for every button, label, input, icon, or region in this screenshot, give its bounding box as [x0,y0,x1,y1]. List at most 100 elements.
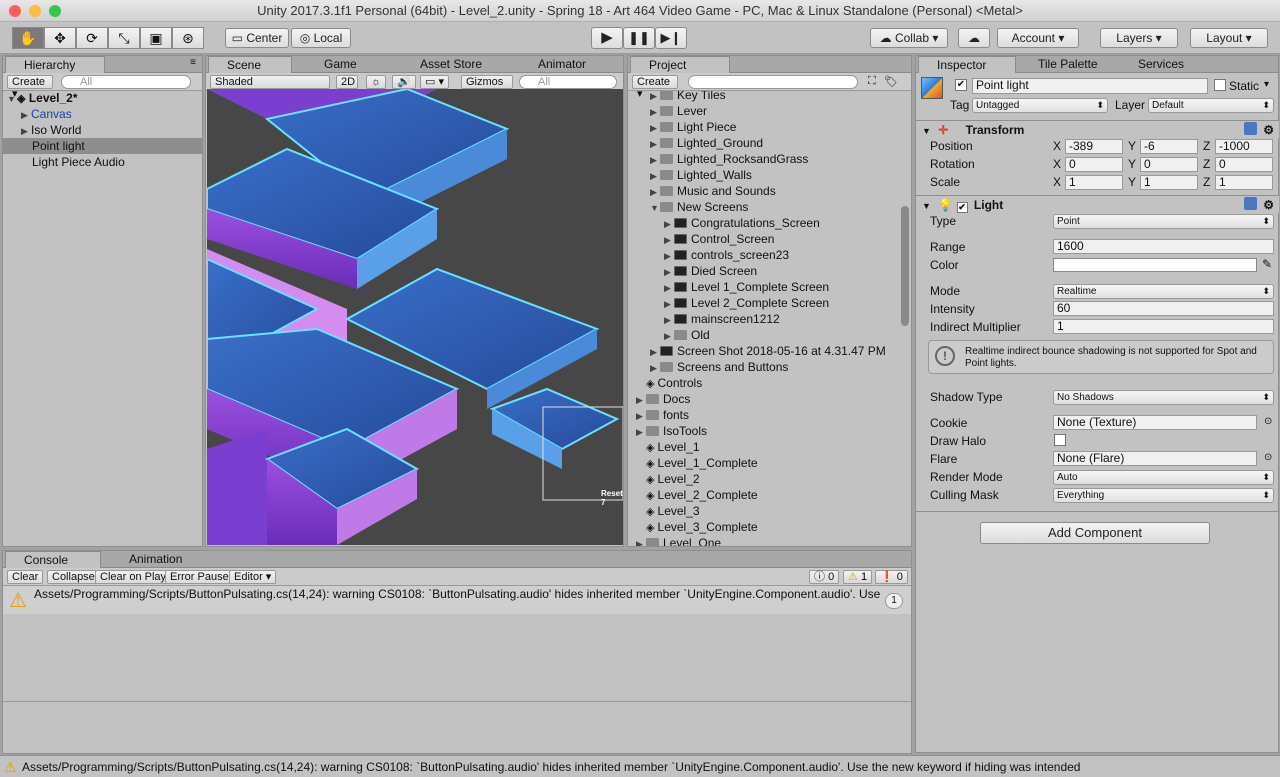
collapsed-icon[interactable]: ▶ [664,216,674,232]
cloud-icon[interactable]: ☁ [958,28,990,48]
collapsed-icon[interactable]: ▶ [664,248,674,264]
collapsed-icon[interactable]: ▶ [664,296,674,312]
tab-game[interactable]: Game [306,56,357,73]
project-item[interactable]: ◈ Level_2_Complete [636,487,758,503]
object-name-field[interactable]: Point light [972,78,1208,94]
project-item[interactable]: ◈ Level_3_Complete [636,519,758,535]
cookie-field[interactable]: None (Texture) [1053,415,1257,430]
tab-scene[interactable]: Scene [208,56,292,73]
active-checkbox[interactable]: ✔ [955,79,967,91]
pivot-local-button[interactable]: ◎ Local [291,28,351,48]
layers-dropdown[interactable]: Layers ▾ [1100,28,1178,48]
project-item[interactable]: ▶ Screen Shot 2018-05-16 at 4.31.47 PM [650,343,886,359]
tab-console[interactable]: Console [5,551,101,568]
console-clear-on-play-button[interactable]: Clear on Play [95,570,172,584]
lighting-toggle-icon[interactable]: ☼ [366,75,387,89]
project-item[interactable]: ▶ Control_Screen [664,231,774,247]
help-icon[interactable] [1244,122,1257,135]
hierarchy-item-point-light[interactable]: Point light [3,138,202,154]
collapsed-icon[interactable]: ▶ [664,312,674,328]
expand-icon[interactable]: ▼ [7,91,17,107]
shadow-type-dropdown[interactable]: No Shadows [1053,390,1274,405]
project-item[interactable]: ▶ Old [664,327,710,343]
move-tool-icon[interactable]: ✥ [44,27,76,49]
collapsed-icon[interactable]: ▶ [636,536,646,546]
type-dropdown[interactable]: Point [1053,214,1274,229]
filter-label-icon[interactable]: 🏷 [884,75,898,88]
scene-viewport[interactable]: Reset: 7 [207,89,623,545]
rotation-y-field[interactable]: 0 [1140,157,1198,172]
project-item[interactable]: ◈ Level_1_Complete [636,455,758,471]
project-create-button[interactable]: Create ▾ [632,75,678,100]
collab-button[interactable]: ☁ Collab ▾ [870,28,948,48]
project-item[interactable]: ▶ Level 2_Complete Screen [664,295,829,311]
2d-toggle[interactable]: 2D [336,75,358,89]
layout-dropdown[interactable]: Layout ▾ [1190,28,1268,48]
shading-mode-dropdown[interactable]: Shaded [210,75,330,89]
hierarchy-create-button[interactable]: Create ▾ [7,75,53,100]
culling-mask-dropdown[interactable]: Everything [1053,488,1274,503]
project-item[interactable]: ◈ Level_1 [636,439,700,455]
flare-field[interactable]: None (Flare) [1053,451,1257,466]
collapsed-icon[interactable]: ▶ [650,120,660,136]
project-scrollbar[interactable] [901,206,909,326]
console-splitter[interactable] [3,701,911,702]
tab-services[interactable]: Services [1120,56,1184,73]
project-item[interactable]: ▶ Light Piece [650,119,736,135]
position-z-field[interactable]: -1000 [1215,139,1273,154]
project-item[interactable]: ▶ Lighted_RocksandGrass [650,151,808,167]
gear-icon[interactable]: ⚙ [1263,196,1274,214]
audio-toggle-icon[interactable]: 🔊 [392,75,416,89]
collapsed-icon[interactable]: ▶ [650,104,660,120]
tab-asset-store[interactable]: Asset Store [402,56,482,73]
transform-tool-icon[interactable]: ⊛ [172,27,204,49]
position-x-field[interactable]: -389 [1065,139,1123,154]
effects-dropdown-icon[interactable]: ▭ ▾ [420,75,449,89]
project-item[interactable]: ▶ Key Tiles [650,91,726,103]
console-log-entry[interactable]: ⚠ Assets/Programming/Scripts/ButtonPulsa… [3,586,911,614]
collapsed-icon[interactable]: ▶ [664,264,674,280]
tab-project[interactable]: Project [630,56,730,73]
project-item[interactable]: ◈ Level_3 [636,503,700,519]
info-count-toggle[interactable]: ⓘ 0 [809,570,840,584]
project-item[interactable]: ▶ Level 1_Complete Screen [664,279,829,295]
collapsed-icon[interactable]: ▶ [664,328,674,344]
tab-animation[interactable]: Animation [111,551,182,568]
project-item[interactable]: ▶ mainscreen1212 [664,311,780,327]
console-collapse-button[interactable]: Collapse [47,570,100,584]
hand-tool-icon[interactable]: ✋ [12,27,44,49]
scale-y-field[interactable]: 1 [1140,175,1198,190]
account-dropdown[interactable]: Account ▾ [997,28,1079,48]
console-editor-dropdown[interactable]: Editor ▾ [229,570,277,584]
collapsed-icon[interactable]: ▶ [650,152,660,168]
project-item[interactable]: ▶ Lighted_Walls [650,167,752,183]
project-item[interactable]: ▶ Docs [636,391,690,407]
layer-dropdown[interactable]: Default [1148,98,1274,113]
project-item[interactable]: ▼ New Screens [650,199,748,215]
rotation-z-field[interactable]: 0 [1215,157,1273,172]
draw-halo-checkbox[interactable] [1054,434,1066,446]
project-item[interactable]: ▶ controls_screen23 [664,247,789,263]
collapsed-icon[interactable]: ▶ [636,392,646,408]
zoom-window-button[interactable] [49,5,61,17]
indirect-multiplier-field[interactable]: 1 [1053,319,1274,334]
position-y-field[interactable]: -6 [1140,139,1198,154]
gizmos-dropdown[interactable]: Gizmos ▾ [461,75,513,100]
tab-animator[interactable]: Animator [520,56,586,73]
project-item[interactable]: ◈ Level_2 [636,471,700,487]
hierarchy-search-input[interactable]: All [61,75,191,89]
collapsed-icon[interactable]: ▶ [650,360,660,376]
project-item[interactable]: ▶ Level_One [636,535,721,546]
pivot-center-button[interactable]: ▭ Center [225,28,289,48]
intensity-field[interactable]: 60 [1053,301,1274,316]
warning-count-toggle[interactable]: ⚠ 1 [843,570,873,584]
add-component-button[interactable]: Add Component [980,522,1210,544]
collapsed-icon[interactable]: ▶ [650,344,660,360]
project-search-input[interactable] [688,75,858,89]
foldout-icon[interactable]: ▼ [922,201,931,211]
scale-x-field[interactable]: 1 [1065,175,1123,190]
rotate-tool-icon[interactable]: ⟳ [76,27,108,49]
error-count-toggle[interactable]: ❗ 0 [875,570,908,584]
project-item[interactable]: ▶ fonts [636,407,689,423]
close-window-button[interactable] [9,5,21,17]
